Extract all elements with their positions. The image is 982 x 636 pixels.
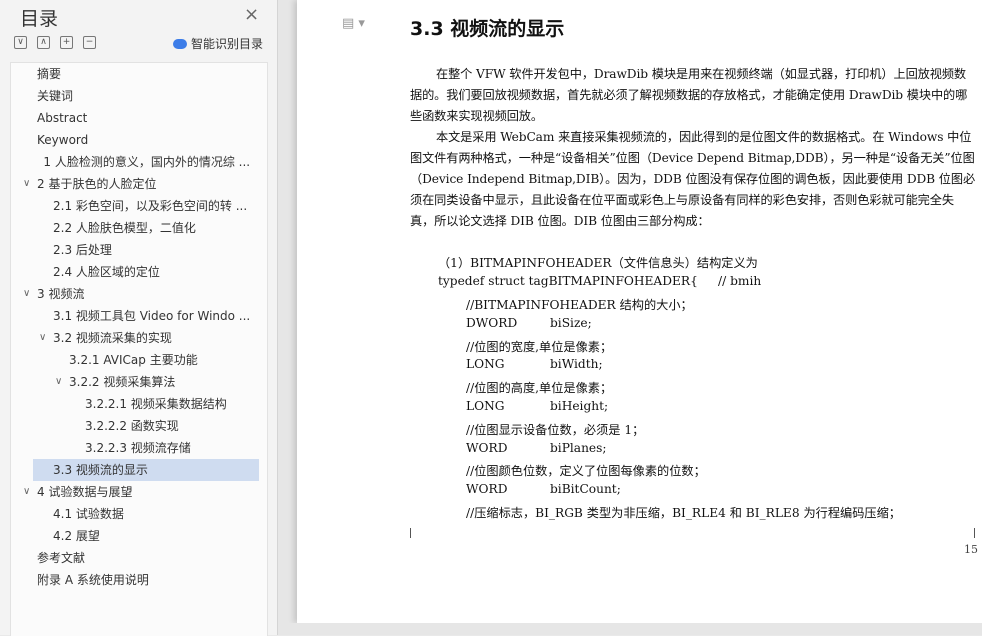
code-type: WORD: [466, 482, 508, 497]
code-comment: //位图显示设备位数，必须是 1；: [466, 422, 645, 437]
page-gap: [278, 623, 982, 635]
toc-toolbar: ∨ ∧ + −: [14, 36, 96, 49]
code-comment: //压缩标志，BI_RGB 类型为非压缩，BI_RLE4 和 BI_RLE8 为…: [466, 506, 901, 520]
minus-icon[interactable]: −: [83, 36, 96, 49]
smart-toc-label: 智能识别目录: [190, 37, 263, 51]
toc-item[interactable]: ∨ 4 试验数据与展望: [11, 481, 267, 503]
toc-item[interactable]: 3.1 视频工具包 Video for Windo ...: [11, 305, 267, 327]
chevron-down-icon[interactable]: ∨: [23, 173, 30, 195]
toc-item-label: 3.1 视频工具包 Video for Windo ...: [53, 309, 251, 323]
toc-item-label: 3.2 视频流采集的实现: [53, 331, 172, 345]
toc-item-label: 4 试验数据与展望: [37, 485, 133, 499]
document-page: ▤ ▾ 3.3 视频流的显示 在整个 VFW 软件开发包中，DrawDib 模块…: [297, 0, 982, 623]
toc-item[interactable]: 2.4 人脸区域的定位: [11, 261, 267, 283]
toc-item[interactable]: 4.2 展望: [11, 525, 267, 547]
toc-item[interactable]: ∨ 3.2 视频流采集的实现: [11, 327, 267, 349]
toc-item[interactable]: 参考文献: [11, 547, 267, 569]
toc-item-label: 2.4 人脸区域的定位: [53, 265, 160, 279]
section-heading: 3.3 视频流的显示: [410, 18, 565, 40]
toc-item[interactable]: 关键词: [11, 85, 267, 107]
toc-item[interactable]: ∨ 2 基于肤色的人脸定位: [11, 173, 267, 195]
collapse-icon[interactable]: ∧: [37, 36, 50, 49]
toc-item[interactable]: 2.2 人脸肤色模型，二值化: [11, 217, 267, 239]
code-comment: //BITMAPINFOHEADER 结构的大小；: [466, 298, 693, 312]
toc-item[interactable]: Abstract: [11, 107, 267, 129]
toc-item-label: Keyword: [37, 133, 89, 147]
toc-item[interactable]: 3.2.2.2 函数实现: [11, 415, 267, 437]
page-number: 15: [964, 543, 978, 556]
code-type: DWORD: [466, 315, 518, 330]
toc-item-label: 4.1 试验数据: [53, 507, 124, 521]
smart-toc-button[interactable]: 智能识别目录: [172, 35, 263, 52]
crop-mark: [974, 528, 982, 538]
toc-item[interactable]: Keyword: [11, 129, 267, 151]
code-field: biBitCount;: [550, 482, 621, 497]
chevron-down-icon[interactable]: ∨: [55, 371, 62, 393]
toc-item[interactable]: 3.2.2.3 视频流存储: [11, 437, 267, 459]
code-comment: //位图的高度,单位是像素；: [466, 381, 613, 396]
toc-item-label: 附录 A 系统使用说明: [37, 573, 149, 587]
toc-item-label: 3 视频流: [37, 287, 85, 301]
toc-item-label: 1 人脸检测的意义，国内外的情况综 ...: [43, 155, 251, 169]
document-canvas: ▤ ▾ 3.3 视频流的显示 在整个 VFW 软件开发包中，DrawDib 模块…: [278, 0, 982, 635]
expand-icon[interactable]: ∨: [14, 36, 27, 49]
toc-item-label: 参考文献: [37, 551, 86, 565]
code-field: biHeight;: [550, 399, 609, 413]
toc-item-label: 4.2 展望: [53, 529, 100, 543]
code-type: WORD: [466, 440, 508, 455]
toc-item[interactable]: ∨ 3.2.2 视频采集算法: [11, 371, 267, 393]
close-icon[interactable]: ×: [244, 4, 259, 25]
code-comment: //位图的宽度,单位是像素；: [466, 339, 613, 354]
plus-icon[interactable]: +: [60, 36, 73, 49]
toc-item-label: 3.2.2.3 视频流存储: [85, 441, 191, 455]
code-field: biPlanes;: [550, 440, 607, 455]
code-field: biSize;: [550, 315, 592, 330]
toc-item-label: 2.2 人脸肤色模型，二值化: [53, 221, 196, 235]
toc-item-label: 关键词: [37, 89, 74, 103]
toc-item-label: 3.2.2 视频采集算法: [69, 375, 176, 389]
code-type: LONG: [466, 357, 505, 372]
section-line: （1）BITMAPINFOHEADER（文件信息头）结构定义为: [438, 256, 758, 270]
paragraph-1: 在整个 VFW 软件开发包中，DrawDib 模块是用来在视频终端（如显式器，打…: [410, 67, 968, 123]
toc-item[interactable]: ∨ 3 视频流: [11, 283, 267, 305]
toc-item-label: 3.2.1 AVICap 主要功能: [69, 353, 198, 367]
toc-item-label: 3.2.2.1 视频采集数据结构: [85, 397, 227, 411]
chevron-down-icon[interactable]: ∨: [23, 283, 30, 305]
toc-item[interactable]: 1 人脸检测的意义，国内外的情况综 ...: [11, 151, 267, 173]
toc-list: 摘要关键词 Abstract Keyword 1 人脸检测的意义，国内外的情况综 ..…: [10, 62, 268, 636]
crop-mark: [410, 537, 420, 547]
toc-item[interactable]: 3.3 视频流的显示: [33, 459, 259, 481]
toc-item[interactable]: 2.3 后处理: [11, 239, 267, 261]
paragraph-2: 本文是采用 WebCam 来直接采集视频流的，因此得到的是位图文件的数据格式。在…: [410, 130, 976, 228]
code-type: LONG: [466, 399, 505, 413]
code-field: biWidth;: [550, 357, 603, 372]
toc-item-label: 3.3 视频流的显示: [53, 463, 148, 477]
toc-item-label: 摘要: [37, 67, 62, 81]
document-icon[interactable]: ▤ ▾: [342, 16, 365, 31]
toc-item[interactable]: 3.2.1 AVICap 主要功能: [11, 349, 267, 371]
toc-item-label: 2.1 彩色空间，以及彩色空间的转 ...: [53, 199, 248, 213]
toc-sidebar: 目录 × ∨ ∧ + − 智能识别目录 摘要关键词 Abstract Keyword…: [0, 0, 278, 636]
toc-item[interactable]: 3.2.2.1 视频采集数据结构: [11, 393, 267, 415]
chevron-down-icon[interactable]: ∨: [39, 327, 46, 349]
chevron-down-icon[interactable]: ∨: [23, 481, 30, 503]
typedef-line: typedef struct tagBITMAPINFOHEADER{: [438, 274, 698, 288]
toc-item-label: Abstract: [37, 111, 88, 125]
toc-item[interactable]: 附录 A 系统使用说明: [11, 569, 267, 591]
toc-item[interactable]: 2.1 彩色空间，以及彩色空间的转 ...: [11, 195, 267, 217]
sidebar-title: 目录: [20, 8, 59, 30]
cloud-icon: [172, 38, 187, 49]
toc-item[interactable]: 4.1 试验数据: [11, 503, 267, 525]
toc-item-label: 2 基于肤色的人脸定位: [37, 177, 157, 191]
toc-item[interactable]: 摘要: [11, 63, 267, 85]
toc-item-label: 3.2.2.2 函数实现: [85, 419, 179, 433]
toc-item-label: 2.3 后处理: [53, 243, 112, 257]
typedef-comment: // bmih: [718, 274, 762, 288]
code-comment: //位图颜色位数，定义了位图每像素的位数；: [466, 464, 706, 479]
